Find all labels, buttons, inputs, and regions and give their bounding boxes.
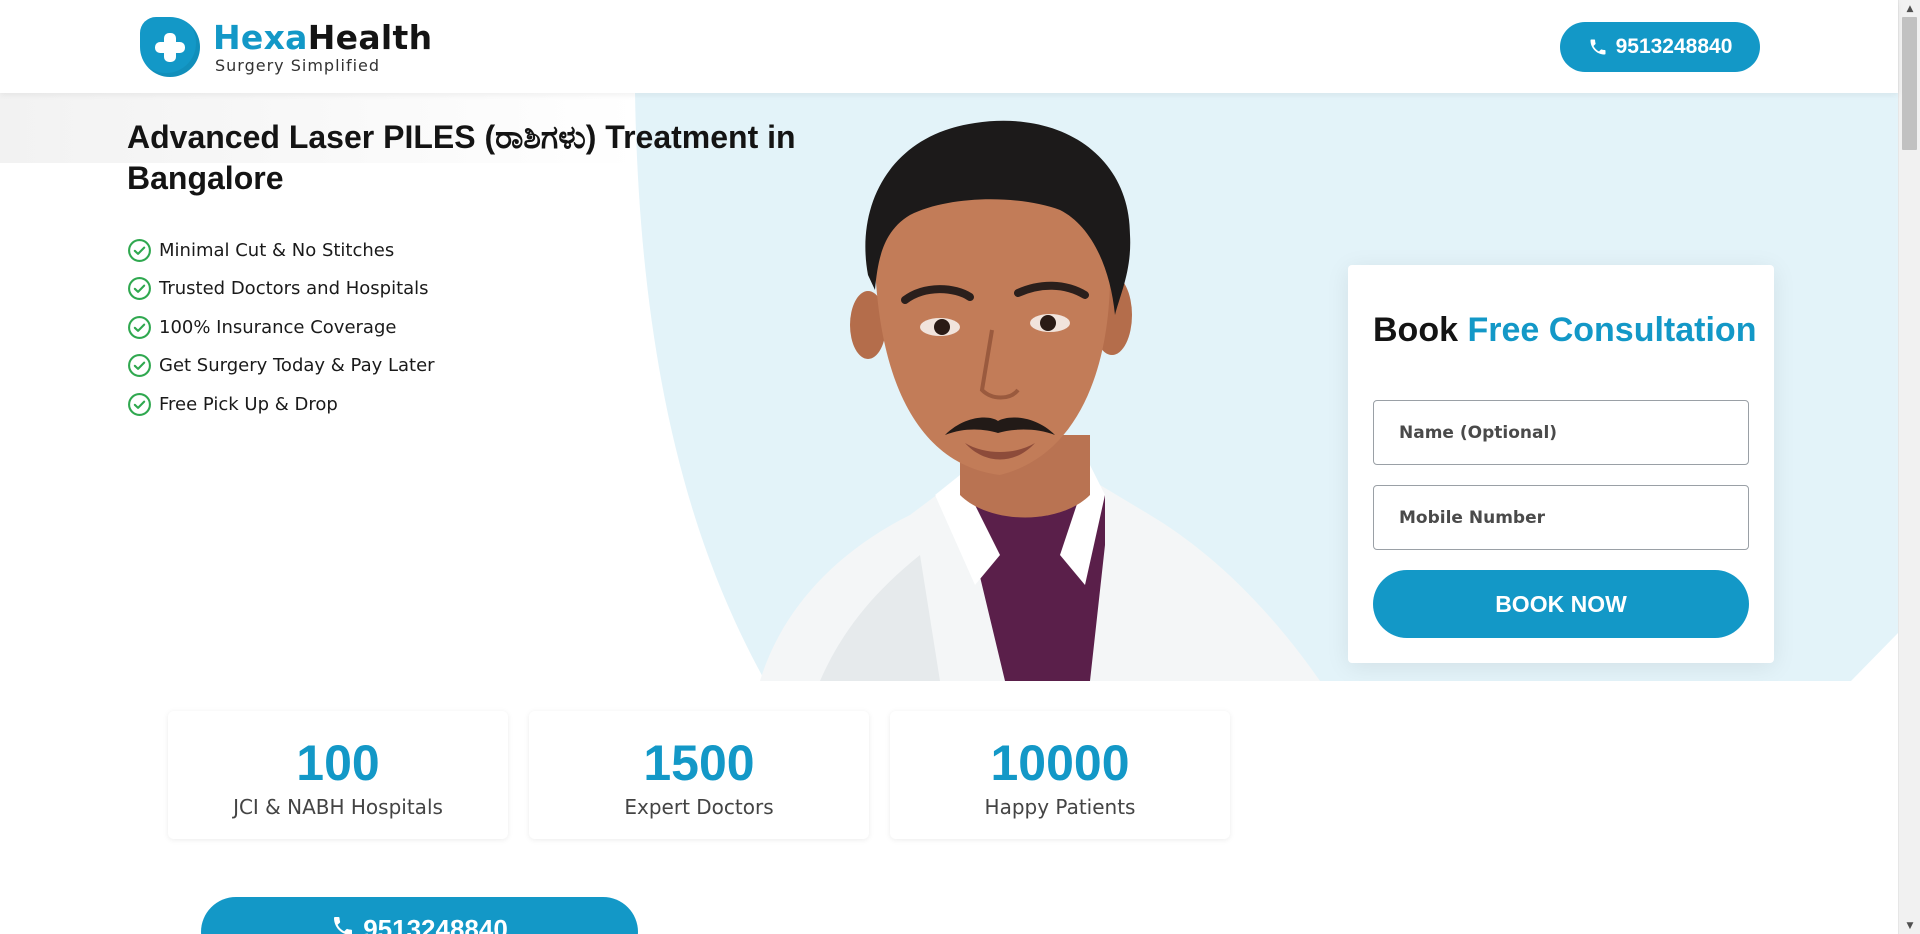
stat-card-doctors: 1500 Expert Doctors (529, 711, 869, 839)
book-now-button[interactable]: BOOK NOW (1373, 570, 1749, 638)
phone-icon (1588, 37, 1616, 57)
brand-name-part1: Hexa (213, 17, 308, 57)
mobile-number-input[interactable] (1373, 485, 1749, 550)
stat-value: 10000 (990, 735, 1130, 791)
brand-name-part2: Health (307, 17, 433, 57)
check-circle-icon (128, 277, 151, 301)
brand-tagline: Surgery Simplified (215, 55, 381, 75)
form-title: Book Free Consultation (1373, 311, 1756, 350)
benefit-text: 100% Insurance Coverage (159, 316, 397, 338)
doctor-photo (760, 120, 1320, 681)
stat-value: 100 (296, 735, 380, 791)
name-input[interactable] (1373, 400, 1749, 465)
call-now-button[interactable]: 9513248840 (201, 897, 638, 934)
benefit-text: Minimal Cut & No Stitches (159, 239, 395, 261)
phone-icon (331, 914, 363, 934)
header-call-button[interactable]: 9513248840 (1560, 22, 1760, 72)
check-circle-icon (128, 238, 151, 262)
logo[interactable]: HexaHealth Surgery Simplified (140, 17, 432, 77)
benefit-text: Get Surgery Today & Pay Later (159, 355, 435, 377)
stat-label: Expert Doctors (624, 795, 774, 819)
check-circle-icon (128, 392, 151, 416)
page-scrollbar[interactable]: ▲ ▼ (1898, 0, 1920, 934)
stat-label: JCI & NABH Hospitals (233, 795, 443, 819)
benefit-item: Trusted Doctors and Hospitals (127, 270, 435, 309)
scroll-down-arrow-icon[interactable]: ▼ (1899, 917, 1920, 934)
stat-value: 1500 (643, 735, 755, 791)
medical-cross-icon (140, 17, 200, 77)
stat-card-patients: 10000 Happy Patients (890, 711, 1230, 839)
benefits-list: Minimal Cut & No Stitches Trusted Doctor… (127, 231, 435, 424)
benefit-item: Get Surgery Today & Pay Later (127, 347, 435, 386)
form-title-part2: Free Consultation (1467, 311, 1757, 349)
cta-phone-number: 9513248840 (363, 914, 508, 934)
logo-text: HexaHealth Surgery Simplified (213, 21, 432, 74)
page-title: Advanced Laser PILES (ರಾಶಿಗಳು) Treatment… (127, 119, 796, 196)
benefit-text: Trusted Doctors and Hospitals (159, 278, 429, 300)
stat-label: Happy Patients (984, 795, 1136, 819)
brand-name: HexaHealth (213, 21, 432, 54)
scrollbar-thumb[interactable] (1902, 17, 1917, 150)
site-header: HexaHealth Surgery Simplified 9513248840 (0, 0, 1898, 93)
form-title-part1: Book (1373, 311, 1458, 349)
stat-card-hospitals: 100 JCI & NABH Hospitals (168, 711, 508, 839)
scroll-up-arrow-icon[interactable]: ▲ (1899, 0, 1920, 17)
benefit-item: Minimal Cut & No Stitches (127, 231, 435, 270)
benefit-text: Free Pick Up & Drop (159, 393, 338, 415)
hero-section: Advanced Laser PILES (ರಾಶಿಗಳು) Treatment… (0, 93, 1898, 681)
benefit-item: 100% Insurance Coverage (127, 308, 435, 347)
benefit-item: Free Pick Up & Drop (127, 385, 435, 424)
consultation-form: Book Free Consultation BOOK NOW (1348, 265, 1774, 663)
check-circle-icon (128, 354, 151, 378)
check-circle-icon (128, 315, 151, 339)
header-phone-number: 9513248840 (1615, 35, 1733, 58)
